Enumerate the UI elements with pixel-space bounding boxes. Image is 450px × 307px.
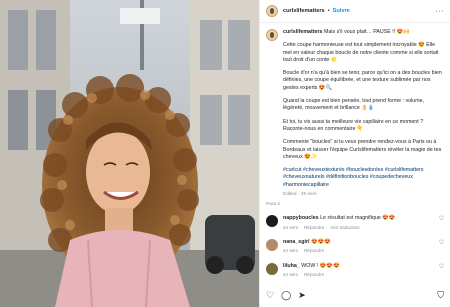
comment-username[interactable]: liluha_ — [283, 263, 300, 269]
comment-meta: 44 sem Répondre Voir traduction — [283, 225, 435, 231]
comment-item: nappyboucles Le résultat est magnifique … — [266, 215, 444, 231]
reply-button[interactable]: Répondre — [304, 248, 324, 253]
author-username[interactable]: curlslifematters — [283, 8, 325, 14]
comment-username[interactable]: nana_sgirl — [283, 239, 310, 245]
comment-time: 44 sem — [283, 248, 299, 254]
photo-illustration — [0, 0, 259, 307]
translation-label[interactable]: Para ti — [266, 202, 444, 209]
caption-area: curlslifematters Mais s'il vous plait… P… — [260, 23, 450, 278]
save-icon[interactable]: ⛉ — [437, 290, 444, 301]
comment-avatar[interactable] — [266, 262, 278, 275]
caption-hashtags[interactable]: #curlcut #cheveuxtexturés #bouclesdorées… — [283, 167, 444, 189]
caption-p3: Quand la coupe est bien pensée, tout pre… — [283, 98, 425, 112]
see-translation-link[interactable]: Voir traduction — [330, 225, 359, 230]
caption-p2: Boucle d'or n'a qu'à bien se tenir, parc… — [283, 70, 442, 91]
comment-icon[interactable]: ◯ — [281, 290, 291, 301]
comment-item: nana_sgirl 😍😍😍 44 sem Répondre ♡ — [266, 238, 444, 255]
comment-time: 44 sem — [283, 224, 299, 230]
caption-text: curlslifematters Mais s'il vous plait… P… — [283, 29, 444, 199]
comment-meta: 44 sem Répondre — [283, 248, 435, 254]
action-bar: ♡ ◯ ➤ ⛉ — [266, 290, 444, 301]
comment-body: nana_sgirl 😍😍😍 44 sem Répondre — [283, 239, 435, 255]
comment-meta: 44 sem Répondre — [283, 272, 435, 278]
comment-body: nappyboucles Le résultat est magnifique … — [283, 215, 435, 231]
follow-button[interactable]: Suivre — [333, 8, 350, 14]
comment-like-icon[interactable]: ♡ — [439, 215, 444, 223]
share-icon[interactable]: ➤ — [298, 290, 306, 301]
caption-line1: Mais s'il vous plait… PAUSE !! 😍🙌 — [323, 29, 410, 35]
caption-p1: Cette coupe harmonieuse est tout simplem… — [283, 42, 439, 63]
comment-body: liluha_ WOW ! 😍😍😍 44 sem Répondre — [283, 263, 435, 279]
avatar[interactable] — [266, 5, 278, 17]
caption-username[interactable]: curlslifematters — [283, 29, 322, 35]
comment-text: WOW ! 😍😍😍 — [301, 262, 340, 269]
comment-avatar[interactable] — [266, 238, 278, 251]
comment-item: liluha_ WOW ! 😍😍😍 44 sem Répondre ♡ — [266, 262, 444, 279]
post-header: curlslifematters • Suivre ··· — [260, 0, 450, 23]
like-icon[interactable]: ♡ — [266, 290, 274, 301]
reply-button[interactable]: Répondre — [304, 225, 324, 230]
caption-p4: Et toi, tu vis aussi ta meilleure vie ca… — [283, 118, 424, 132]
comment-username[interactable]: nappyboucles — [283, 215, 319, 221]
caption-p5: Commente "boucles" si tu veux prendre re… — [283, 139, 442, 160]
comment-like-icon[interactable]: ♡ — [439, 239, 444, 247]
comments-list: nappyboucles Le résultat est magnifique … — [266, 215, 444, 278]
comment-like-icon[interactable]: ♡ — [439, 263, 444, 271]
edited-label: Edited · 45 sem — [283, 192, 317, 198]
separator: • — [327, 8, 330, 14]
reply-button[interactable]: Répondre — [304, 272, 324, 277]
comment-time: 44 sem — [283, 271, 299, 277]
comment-avatar[interactable] — [266, 215, 278, 228]
comment-text: 😍😍😍 — [310, 238, 331, 245]
more-options-icon[interactable]: ··· — [436, 8, 445, 15]
caption-avatar[interactable] — [266, 29, 278, 41]
comment-text: Le résultat est magnifique 😍😍 — [320, 215, 396, 222]
caption: curlslifematters Mais s'il vous plait… P… — [266, 29, 444, 199]
post-details-panel: curlslifematters • Suivre ··· curlslifem… — [259, 0, 450, 307]
post-image[interactable] — [0, 0, 259, 307]
